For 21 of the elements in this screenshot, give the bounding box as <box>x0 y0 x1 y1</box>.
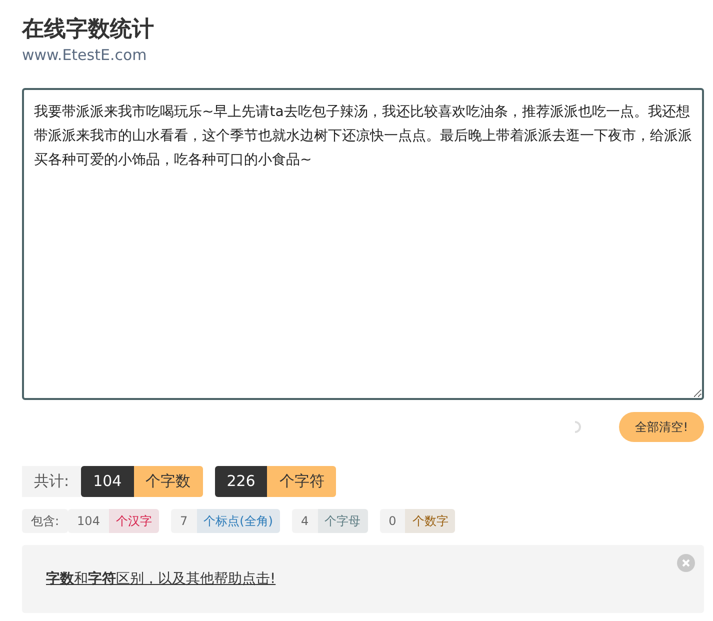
help-link[interactable]: 字数和字符区别，以及其他帮助点击! <box>46 570 276 588</box>
text-area[interactable]: 我要带派派来我市吃喝玩乐~早上先请ta去吃包子辣汤，我还比较喜欢吃油条，推荐派派也吃一点。我还想带派派来我市的山水看看，这个季节也就水边树下还凉快一点点。最后晚上带着派派去逛一下夜市，给派派买各种可爱的小饰品，吃各种可口的小食品~ <box>22 88 704 400</box>
site-url: www.EtestE.com <box>22 46 148 64</box>
count-value: 7 <box>178 513 189 530</box>
count-tag: 个数字 <box>405 509 456 533</box>
page-title: 在线字数统计 <box>22 16 155 44</box>
count-unit: 个字符 <box>267 466 336 497</box>
count-tag: 个汉字 <box>108 509 159 533</box>
count-tag: 个字母 <box>318 509 368 533</box>
clear-all-button[interactable]: 全部清空! <box>619 412 704 442</box>
count-value: 226 <box>214 466 268 497</box>
count-value: 4 <box>300 513 310 530</box>
loading-icon <box>573 421 584 433</box>
total-label: 共计: <box>22 466 82 497</box>
contains-label: 包含: <box>22 509 68 533</box>
count-value: 0 <box>388 513 398 530</box>
count-value: 104 <box>81 466 134 497</box>
close-icon[interactable] <box>677 554 695 572</box>
count-value: 104 <box>76 513 101 530</box>
count-unit: 个字数 <box>134 466 203 497</box>
count-tag: 个标点(全角) <box>196 509 280 533</box>
